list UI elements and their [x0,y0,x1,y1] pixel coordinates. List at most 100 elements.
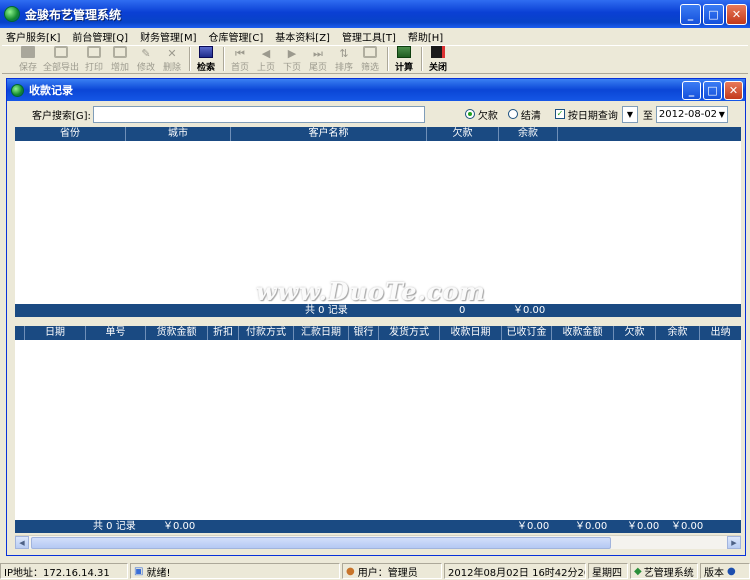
menu-tools[interactable]: 管理工具[T] [342,29,396,44]
horizontal-scrollbar[interactable]: ◀ ▶ [15,535,741,549]
payment-grid-header: 日期 单号 货款金额 折扣 付款方式 汇款日期 银行 发货方式 收款日期 已收订… [15,326,741,340]
status-datetime: 2012年08月02日 16时42分20秒 [444,563,586,579]
title-bar: 金骏布艺管理系统 _ □ ✕ [0,0,750,28]
col-discount[interactable]: 折扣 [208,326,239,340]
scroll-thumb[interactable] [31,536,611,549]
next-page-button[interactable]: ▶ 下页 [280,45,304,74]
customer-search-input[interactable] [92,105,425,123]
exit-door-icon [431,46,445,58]
menu-warehouse[interactable]: 仓库管理[C] [209,29,264,44]
add-icon [113,46,127,58]
exit-button[interactable]: 关闭 [426,45,450,73]
status-weekday: 星期四 [588,563,628,579]
col-province[interactable]: 省份 [15,127,126,141]
radio-debt[interactable]: 欠款 [464,107,498,122]
menu-customer-service[interactable]: 客户服务[K] [6,29,60,44]
customer-grid-header: 省份 城市 客户名称 欠款 余款 [15,127,741,141]
last-page-button[interactable]: ⏭ 尾页 [306,45,330,74]
status-ready: ▣ 就绪! [130,563,340,579]
prev-page-button[interactable]: ◀ 上页 [254,45,278,74]
status-bar: IP地址：172.16.14.31 ▣ 就绪! ● 用户：管理员 2012年08… [0,562,750,580]
col-bank[interactable]: 银行 [349,326,379,340]
toolbar: 保存 全部导出 打印 增加 ✎ 修改 ✕ 删除 检索 ⏮ 首页 ◀ 上页 ▶ 下页 ⏭ 尾页… [2,45,748,74]
menu-basic-data[interactable]: 基本资料[Z] [275,29,330,44]
sort-icon: ⇅ [339,47,349,60]
date-to-picker[interactable]: 2012-08-02 ▼ [655,105,728,123]
status-user: ● 用户：管理员 [342,563,442,579]
menu-finance[interactable]: 财务管理[M] [140,29,196,44]
delete-icon: ✕ [167,47,177,60]
add-button[interactable]: 增加 [108,45,132,73]
col-remit-date[interactable]: 汇款日期 [294,326,349,340]
calculator-icon [397,46,411,58]
save-icon [21,46,35,58]
radio-debt-indicator [464,109,475,119]
window-icon [11,83,24,97]
last-page-icon: ⏭ [313,47,323,60]
col-goods-amount[interactable]: 货款金额 [146,326,208,340]
col-date[interactable]: 日期 [25,326,86,340]
by-date-checkbox[interactable]: ✓ 按日期查询 [554,107,618,122]
grid2-total-debt: ￥0.00 [627,521,660,532]
toolbar-separator [223,47,225,71]
window-controls: _ □ ✕ [680,4,747,25]
row-indicator-col [15,326,25,340]
child-maximize-button[interactable]: □ [703,81,722,100]
scroll-right-icon[interactable]: ▶ [727,536,741,549]
app-title: 金骏布艺管理系统 [25,7,122,22]
grid2-total-deposit: ￥0.00 [517,521,550,532]
search-button[interactable]: 检索 [194,45,218,73]
col-deposit[interactable]: 已收订金 [502,326,552,340]
menu-front-desk[interactable]: 前台管理[Q] [72,29,128,44]
radio-settled[interactable]: 结清 [507,107,541,122]
col-grid2-balance[interactable]: 余款 [656,326,700,340]
status-version: 版本 ● [700,563,750,579]
print-button[interactable]: 打印 [82,45,106,73]
child-title-bar: 收款记录 _ □ ✕ [7,79,745,101]
close-button[interactable]: ✕ [726,4,747,25]
status-app: ◆ 艺管理系统 [630,563,698,579]
payment-grid-body[interactable] [15,340,741,520]
toolbar-separator [189,47,191,71]
col-shipping[interactable]: 发货方式 [379,326,440,340]
info-icon: ▣ [134,565,144,577]
minimize-button[interactable]: _ [680,4,701,25]
filter-button[interactable]: 筛选 [358,45,382,73]
search-row: 客户搜索[G]: 欠款 结清 ✓ 按日期查询 ▼ 至 2012-08-02 ▼ [7,103,745,125]
col-debt[interactable]: 欠款 [427,127,499,141]
payment-records-window: 收款记录 _ □ ✕ 客户搜索[G]: 欠款 结清 ✓ 按日期查询 ▼ 至 20… [6,78,746,556]
col-received-amount[interactable]: 收款金额 [552,326,614,340]
calc-button[interactable]: 计算 [392,45,416,73]
menu-help[interactable]: 帮助[H] [408,29,443,44]
col-cashier[interactable]: 出纳 [700,326,741,340]
col-payment-method[interactable]: 付款方式 [239,326,294,340]
first-page-button[interactable]: ⏮ 首页 [228,45,252,74]
user-icon: ● [346,565,355,577]
maximize-button[interactable]: □ [703,4,724,25]
menu-bar: 客户服务[K] 前台管理[Q] 财务管理[M] 仓库管理[C] 基本资料[Z] … [0,28,750,45]
col-order-no[interactable]: 单号 [86,326,146,340]
scroll-left-icon[interactable]: ◀ [15,536,29,549]
export-icon [54,46,68,58]
status-ip: IP地址：172.16.14.31 [0,563,128,579]
toolbar-separator [421,47,423,71]
col-city[interactable]: 城市 [126,127,231,141]
col-grid2-debt[interactable]: 欠款 [614,326,656,340]
col-balance[interactable]: 余款 [499,127,558,141]
export-all-button[interactable]: 全部导出 [42,45,80,73]
search-label: 客户搜索[G]: [32,110,91,122]
col-received-date[interactable]: 收款日期 [440,326,502,340]
col-customer-name[interactable]: 客户名称 [231,127,427,141]
grid1-total-balance: ￥0.00 [513,305,546,316]
child-close-button[interactable]: ✕ [724,81,743,100]
sort-button[interactable]: ⇅ 排序 [332,45,356,74]
save-button[interactable]: 保存 [16,45,40,73]
child-minimize-button[interactable]: _ [682,81,701,100]
prev-page-icon: ◀ [261,47,271,60]
radio-settled-indicator [507,109,518,119]
child-title: 收款记录 [29,84,73,97]
delete-button[interactable]: ✕ 删除 [160,45,184,74]
watermark: www.DuoTe.com [256,277,486,306]
date-from-dropdown[interactable]: ▼ [621,105,638,123]
edit-button[interactable]: ✎ 修改 [134,45,158,74]
